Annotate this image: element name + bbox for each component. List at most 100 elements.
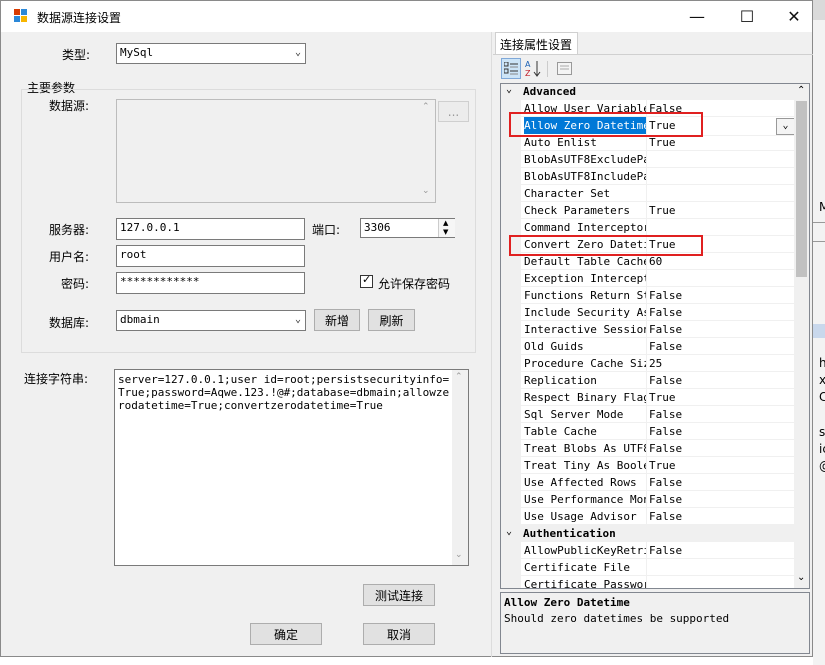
property-row[interactable]: Interactive Session False bbox=[501, 321, 794, 338]
test-connection-button[interactable]: 测试连接 bbox=[363, 584, 435, 606]
scroll-thumb[interactable] bbox=[796, 101, 807, 277]
refresh-button[interactable]: 刷新 bbox=[368, 309, 415, 331]
column-divider[interactable] bbox=[646, 559, 647, 576]
property-row[interactable]: Treat Tiny As BooleanTrue bbox=[501, 457, 794, 474]
column-divider[interactable] bbox=[646, 440, 647, 457]
collapse-chevron-icon[interactable]: ⌄ bbox=[506, 84, 512, 95]
spin-down-icon[interactable]: ▼ bbox=[443, 228, 448, 236]
property-row[interactable]: Replication False bbox=[501, 372, 794, 389]
ok-button[interactable]: 确定 bbox=[250, 623, 322, 645]
property-category[interactable]: ⌄ Advanced bbox=[501, 84, 794, 100]
property-category[interactable]: ⌄ Authentication bbox=[501, 525, 794, 542]
alphabetical-button[interactable]: A Z bbox=[523, 58, 543, 79]
minimize-button[interactable]: — bbox=[674, 1, 720, 31]
property-row[interactable]: Treat Blobs As UTF8 False bbox=[501, 440, 794, 457]
spin-up-icon[interactable]: ▲ bbox=[443, 219, 448, 227]
property-row[interactable]: Exception Interceptors bbox=[501, 270, 794, 287]
username-input[interactable]: root bbox=[116, 245, 305, 267]
scroll-down-icon[interactable]: ⌄ bbox=[797, 572, 805, 583]
property-row[interactable]: AllowPublicKeyRetrievalFalse bbox=[501, 542, 794, 559]
property-value[interactable]: False bbox=[649, 374, 682, 387]
property-value[interactable]: True bbox=[649, 136, 676, 149]
maximize-button[interactable]: ☐ bbox=[724, 1, 770, 31]
property-value[interactable]: False bbox=[649, 510, 682, 523]
property-value[interactable]: False bbox=[649, 476, 682, 489]
property-value[interactable]: False bbox=[649, 340, 682, 353]
property-row[interactable]: Character Set bbox=[501, 185, 794, 202]
property-pages-button[interactable] bbox=[554, 58, 574, 79]
new-button[interactable]: 新增 bbox=[314, 309, 360, 331]
property-value[interactable]: True bbox=[649, 459, 676, 472]
column-divider[interactable] bbox=[646, 542, 647, 559]
property-value[interactable]: False bbox=[649, 425, 682, 438]
password-input[interactable]: ************ bbox=[116, 272, 305, 294]
value-dropdown-button[interactable]: ⌄ bbox=[776, 118, 795, 135]
property-value[interactable]: False bbox=[649, 493, 682, 506]
property-value[interactable]: False bbox=[649, 544, 682, 557]
column-divider[interactable] bbox=[646, 474, 647, 491]
scroll-up-icon[interactable]: ⌃ bbox=[797, 85, 805, 96]
property-row[interactable]: Command Interceptors bbox=[501, 219, 794, 236]
property-row[interactable]: Use Usage Advisor False bbox=[501, 508, 794, 525]
property-value[interactable]: 25 bbox=[649, 357, 662, 370]
property-value[interactable]: True bbox=[649, 391, 676, 404]
column-divider[interactable] bbox=[646, 287, 647, 304]
column-divider[interactable] bbox=[646, 338, 647, 355]
column-divider[interactable] bbox=[646, 304, 647, 321]
property-value[interactable]: 60 bbox=[649, 255, 662, 268]
column-divider[interactable] bbox=[646, 151, 647, 168]
property-row[interactable]: BlobAsUTF8ExcludePat bbox=[501, 151, 794, 168]
port-spinner[interactable]: ▲ ▼ bbox=[438, 219, 455, 237]
property-row[interactable]: Functions Return StringFalse bbox=[501, 287, 794, 304]
property-row[interactable]: Table Cache False bbox=[501, 423, 794, 440]
property-row[interactable]: Certificate File bbox=[501, 559, 794, 576]
property-value[interactable]: False bbox=[649, 442, 682, 455]
column-divider[interactable] bbox=[646, 355, 647, 372]
column-divider[interactable] bbox=[646, 168, 647, 185]
column-divider[interactable] bbox=[646, 457, 647, 474]
property-row[interactable]: Procedure Cache Size 25 bbox=[501, 355, 794, 372]
column-divider[interactable] bbox=[646, 423, 647, 440]
cancel-button[interactable]: 取消 bbox=[363, 623, 435, 645]
column-divider[interactable] bbox=[646, 321, 647, 338]
property-row[interactable]: Check Parameters True bbox=[501, 202, 794, 219]
column-divider[interactable] bbox=[646, 491, 647, 508]
splitter[interactable] bbox=[491, 32, 492, 657]
column-divider[interactable] bbox=[646, 219, 647, 236]
column-divider[interactable] bbox=[646, 389, 647, 406]
database-combo[interactable]: dbmain ⌄ bbox=[116, 310, 306, 331]
column-divider[interactable] bbox=[646, 372, 647, 389]
close-button[interactable]: ✕ bbox=[771, 1, 817, 31]
browse-button[interactable]: ... bbox=[438, 101, 469, 122]
property-row[interactable]: BlobAsUTF8IncludePat bbox=[501, 168, 794, 185]
property-scrollbar[interactable]: ⌃ ⌄ bbox=[794, 84, 809, 588]
property-row[interactable]: Respect Binary Flags True bbox=[501, 389, 794, 406]
property-row[interactable]: Old Guids False bbox=[501, 338, 794, 355]
server-input[interactable]: 127.0.0.1 bbox=[116, 218, 305, 240]
datasource-field[interactable] bbox=[116, 99, 436, 203]
column-divider[interactable] bbox=[646, 270, 647, 287]
property-row[interactable]: Include Security AssertsFalse bbox=[501, 304, 794, 321]
save-password-checkbox[interactable]: ✓ bbox=[360, 273, 373, 288]
datasource-scrollbar[interactable]: ⌃ ⌄ bbox=[419, 100, 435, 202]
collapse-chevron-icon[interactable]: ⌄ bbox=[506, 526, 512, 537]
column-divider[interactable] bbox=[646, 202, 647, 219]
connstr-scrollbar[interactable]: ⌃ ⌄ bbox=[452, 370, 468, 565]
property-row[interactable]: Use Affected Rows False bbox=[501, 474, 794, 491]
property-value[interactable]: False bbox=[649, 289, 682, 302]
property-row[interactable]: Use Performance MonitorFalse bbox=[501, 491, 794, 508]
column-divider[interactable] bbox=[646, 576, 647, 588]
property-value[interactable]: True bbox=[649, 204, 676, 217]
categorized-button[interactable] bbox=[501, 58, 521, 79]
property-value[interactable]: False bbox=[649, 408, 682, 421]
property-value[interactable]: False bbox=[649, 323, 682, 336]
property-row[interactable]: Certificate Password bbox=[501, 576, 794, 588]
column-divider[interactable] bbox=[646, 406, 647, 423]
column-divider[interactable] bbox=[646, 508, 647, 525]
connection-string-textarea[interactable]: server=127.0.0.1;user id=root;persistsec… bbox=[114, 369, 469, 566]
property-grid[interactable]: ⌄ Advanced Allow User Variables False Allow … bbox=[500, 83, 810, 589]
property-value[interactable]: False bbox=[649, 306, 682, 319]
column-divider[interactable] bbox=[646, 185, 647, 202]
tab-connection-props[interactable]: 连接属性设置 bbox=[495, 32, 578, 54]
property-row[interactable]: Sql Server Mode False bbox=[501, 406, 794, 423]
